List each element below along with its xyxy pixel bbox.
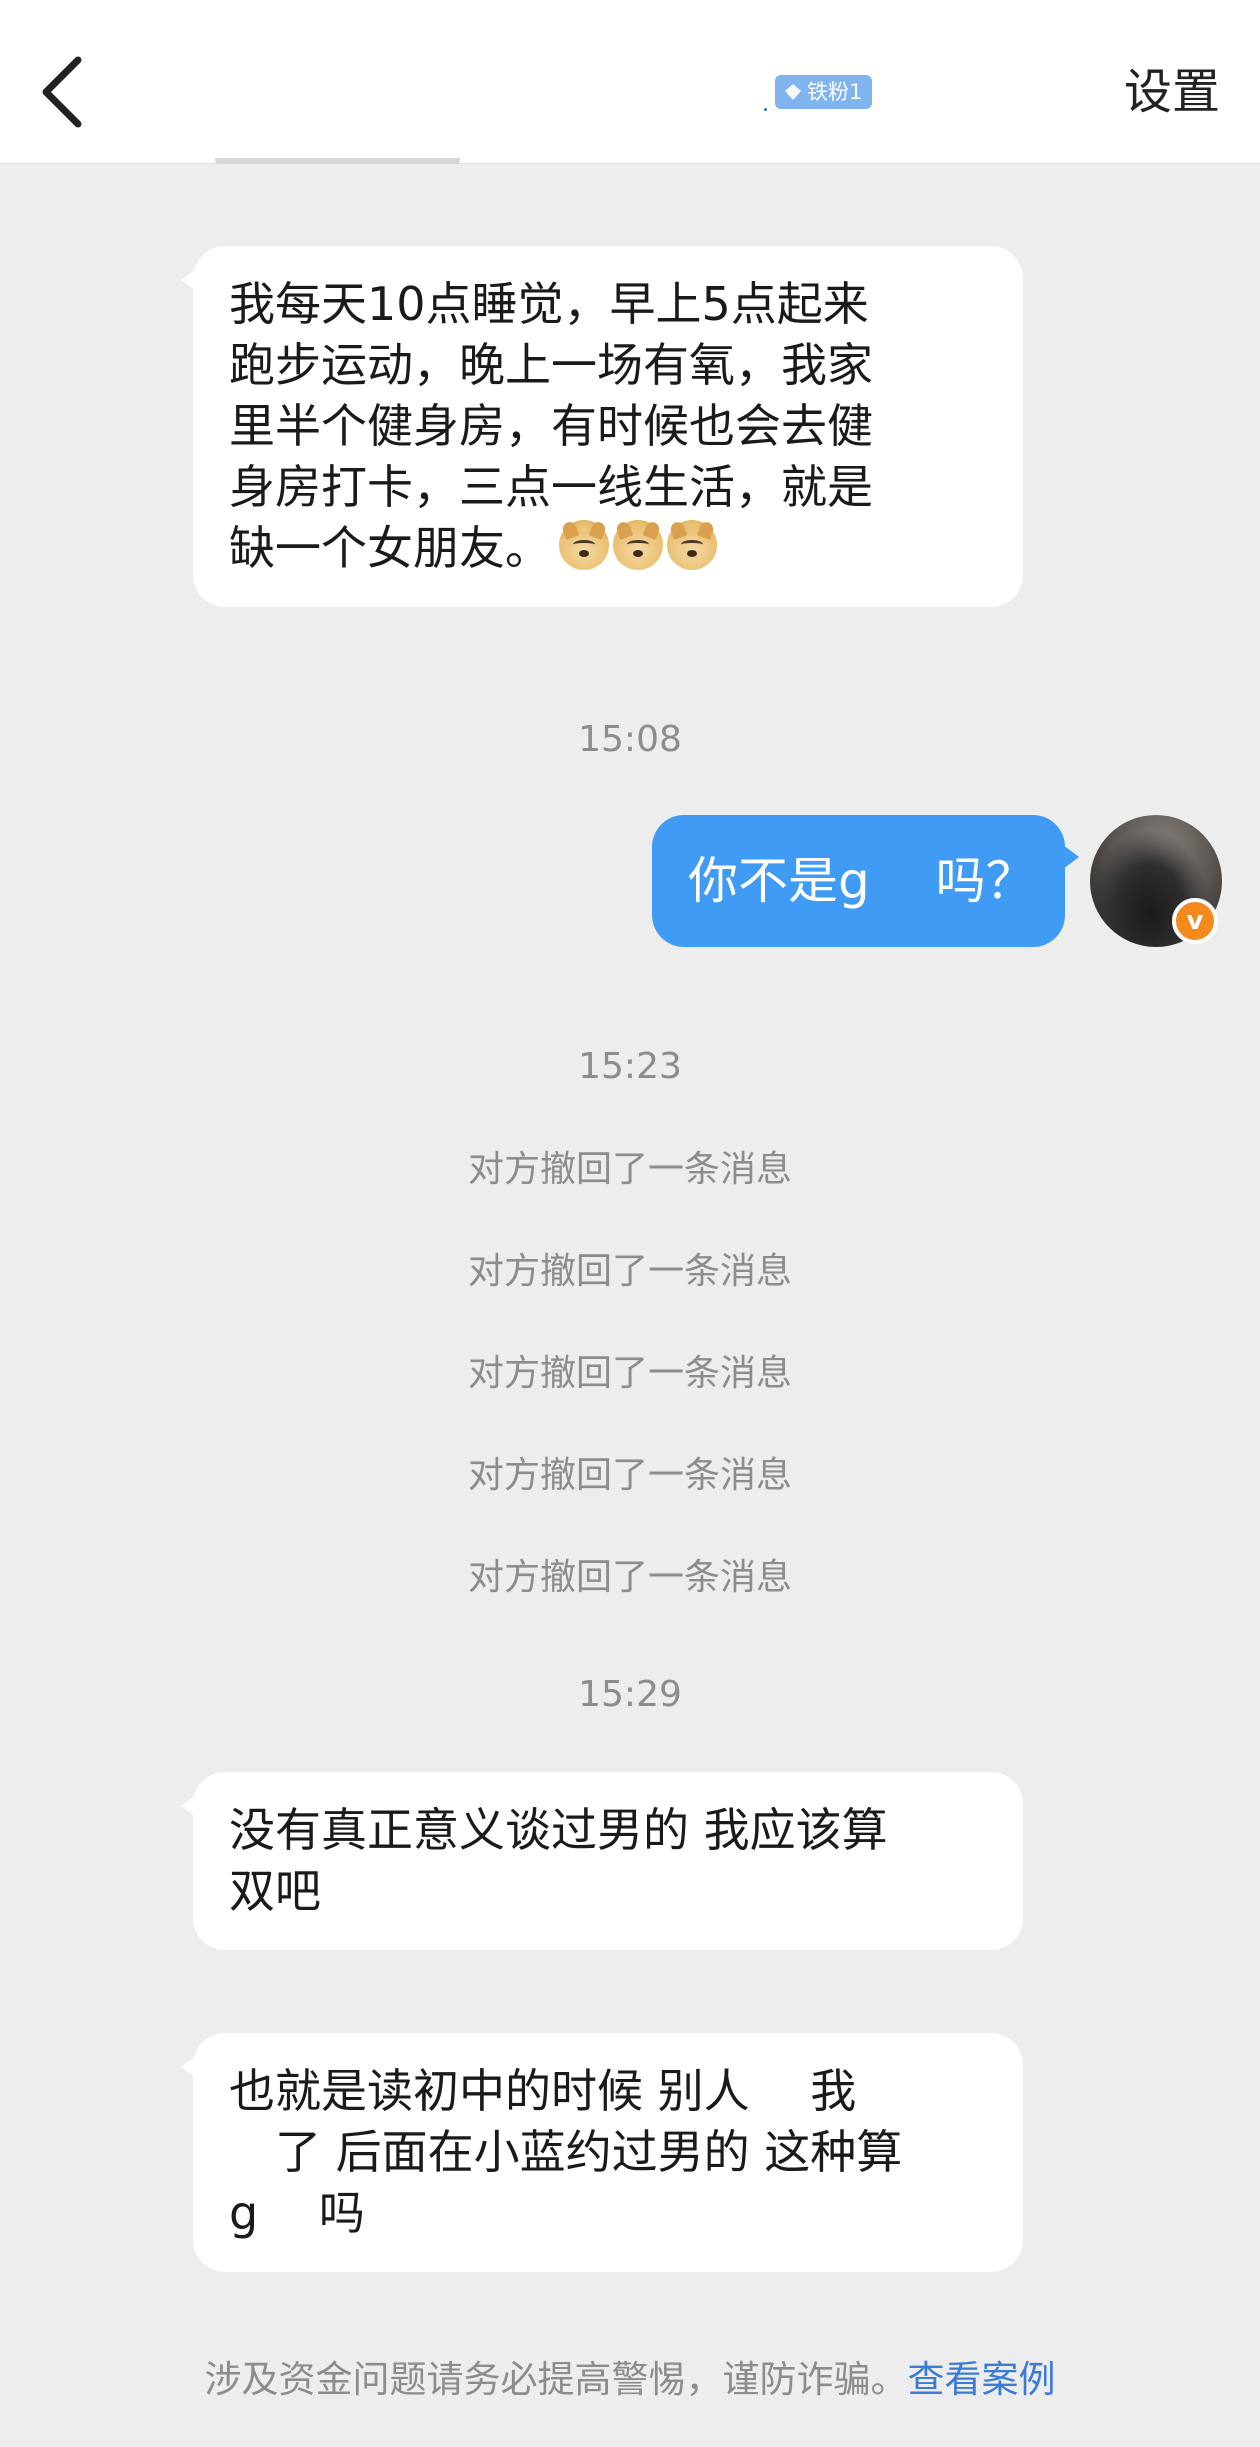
timestamp: 15:23 bbox=[578, 1046, 682, 1087]
title-dot bbox=[764, 108, 767, 111]
recalled-message-notice: 对方撤回了一条消息 bbox=[467, 1353, 792, 1394]
verified-badge-icon: v bbox=[1172, 898, 1218, 944]
fan-level-label: 铁粉1 bbox=[807, 80, 863, 104]
doge-emoji bbox=[559, 520, 609, 570]
message-line-last: 缺一个女朋友。 bbox=[229, 518, 987, 579]
recalled-message-notice: 对方撤回了一条消息 bbox=[467, 1251, 792, 1292]
incoming-message-bubble[interactable]: 我每天10点睡觉，早上5点起来 跑步运动，晚上一场有氧，我家 里半个健身房，有时… bbox=[181, 246, 1023, 607]
back-button[interactable] bbox=[30, 52, 100, 132]
emoji-group bbox=[559, 520, 717, 570]
fan-level-badge: 铁粉1 bbox=[775, 75, 873, 109]
message-line: 跑步运动，晚上一场有氧，我家 bbox=[229, 338, 873, 392]
doge-emoji bbox=[613, 520, 663, 570]
message-line: 也就是读初中的时候 别人 我 bbox=[229, 2064, 857, 2118]
diamond-icon bbox=[785, 84, 801, 100]
message-line: 了 后面在小蓝约过男的 这种算 bbox=[229, 2125, 903, 2179]
message-line: 身房打卡，三点一线生活，就是 bbox=[229, 460, 873, 514]
chat-header: 铁粉1 设置 bbox=[0, 0, 1260, 164]
fraud-warning-text: 涉及资金问题请务必提高警惕，谨防诈骗。 bbox=[204, 2358, 908, 2401]
timestamp: 15:08 bbox=[578, 719, 682, 760]
chevron-left-icon bbox=[42, 56, 82, 128]
fraud-warning: 涉及资金问题请务必提高警惕，谨防诈骗。查看案例 bbox=[0, 2355, 1260, 2405]
settings-button[interactable]: 设置 bbox=[1124, 60, 1220, 124]
message-line: 双吧 bbox=[229, 1864, 321, 1918]
previous-bubble-edge bbox=[215, 158, 460, 164]
message-line: 没有真正意义谈过男的 我应该算 bbox=[229, 1803, 888, 1857]
incoming-message-bubble[interactable]: 没有真正意义谈过男的 我应该算 双吧 bbox=[181, 1772, 1023, 1950]
outgoing-message-bubble[interactable]: 你不是g 吗？ bbox=[652, 815, 1079, 947]
recalled-message-notice: 对方撤回了一条消息 bbox=[467, 1557, 792, 1598]
message-line: 里半个健身房，有时候也会去健 bbox=[229, 399, 873, 453]
message-line: 缺一个女朋友。 bbox=[229, 521, 551, 575]
doge-emoji bbox=[667, 520, 717, 570]
view-cases-link[interactable]: 查看案例 bbox=[908, 2358, 1056, 2401]
recalled-message-notice: 对方撤回了一条消息 bbox=[467, 1149, 792, 1190]
message-line: g 吗 bbox=[229, 2186, 365, 2240]
incoming-message-bubble[interactable]: 也就是读初中的时候 别人 我 了 后面在小蓝约过男的 这种算 g 吗 bbox=[181, 2033, 1023, 2272]
recalled-message-notice: 对方撤回了一条消息 bbox=[467, 1455, 792, 1496]
message-line: 我每天10点睡觉，早上5点起来 bbox=[229, 277, 869, 331]
timestamp: 15:29 bbox=[578, 1674, 682, 1715]
